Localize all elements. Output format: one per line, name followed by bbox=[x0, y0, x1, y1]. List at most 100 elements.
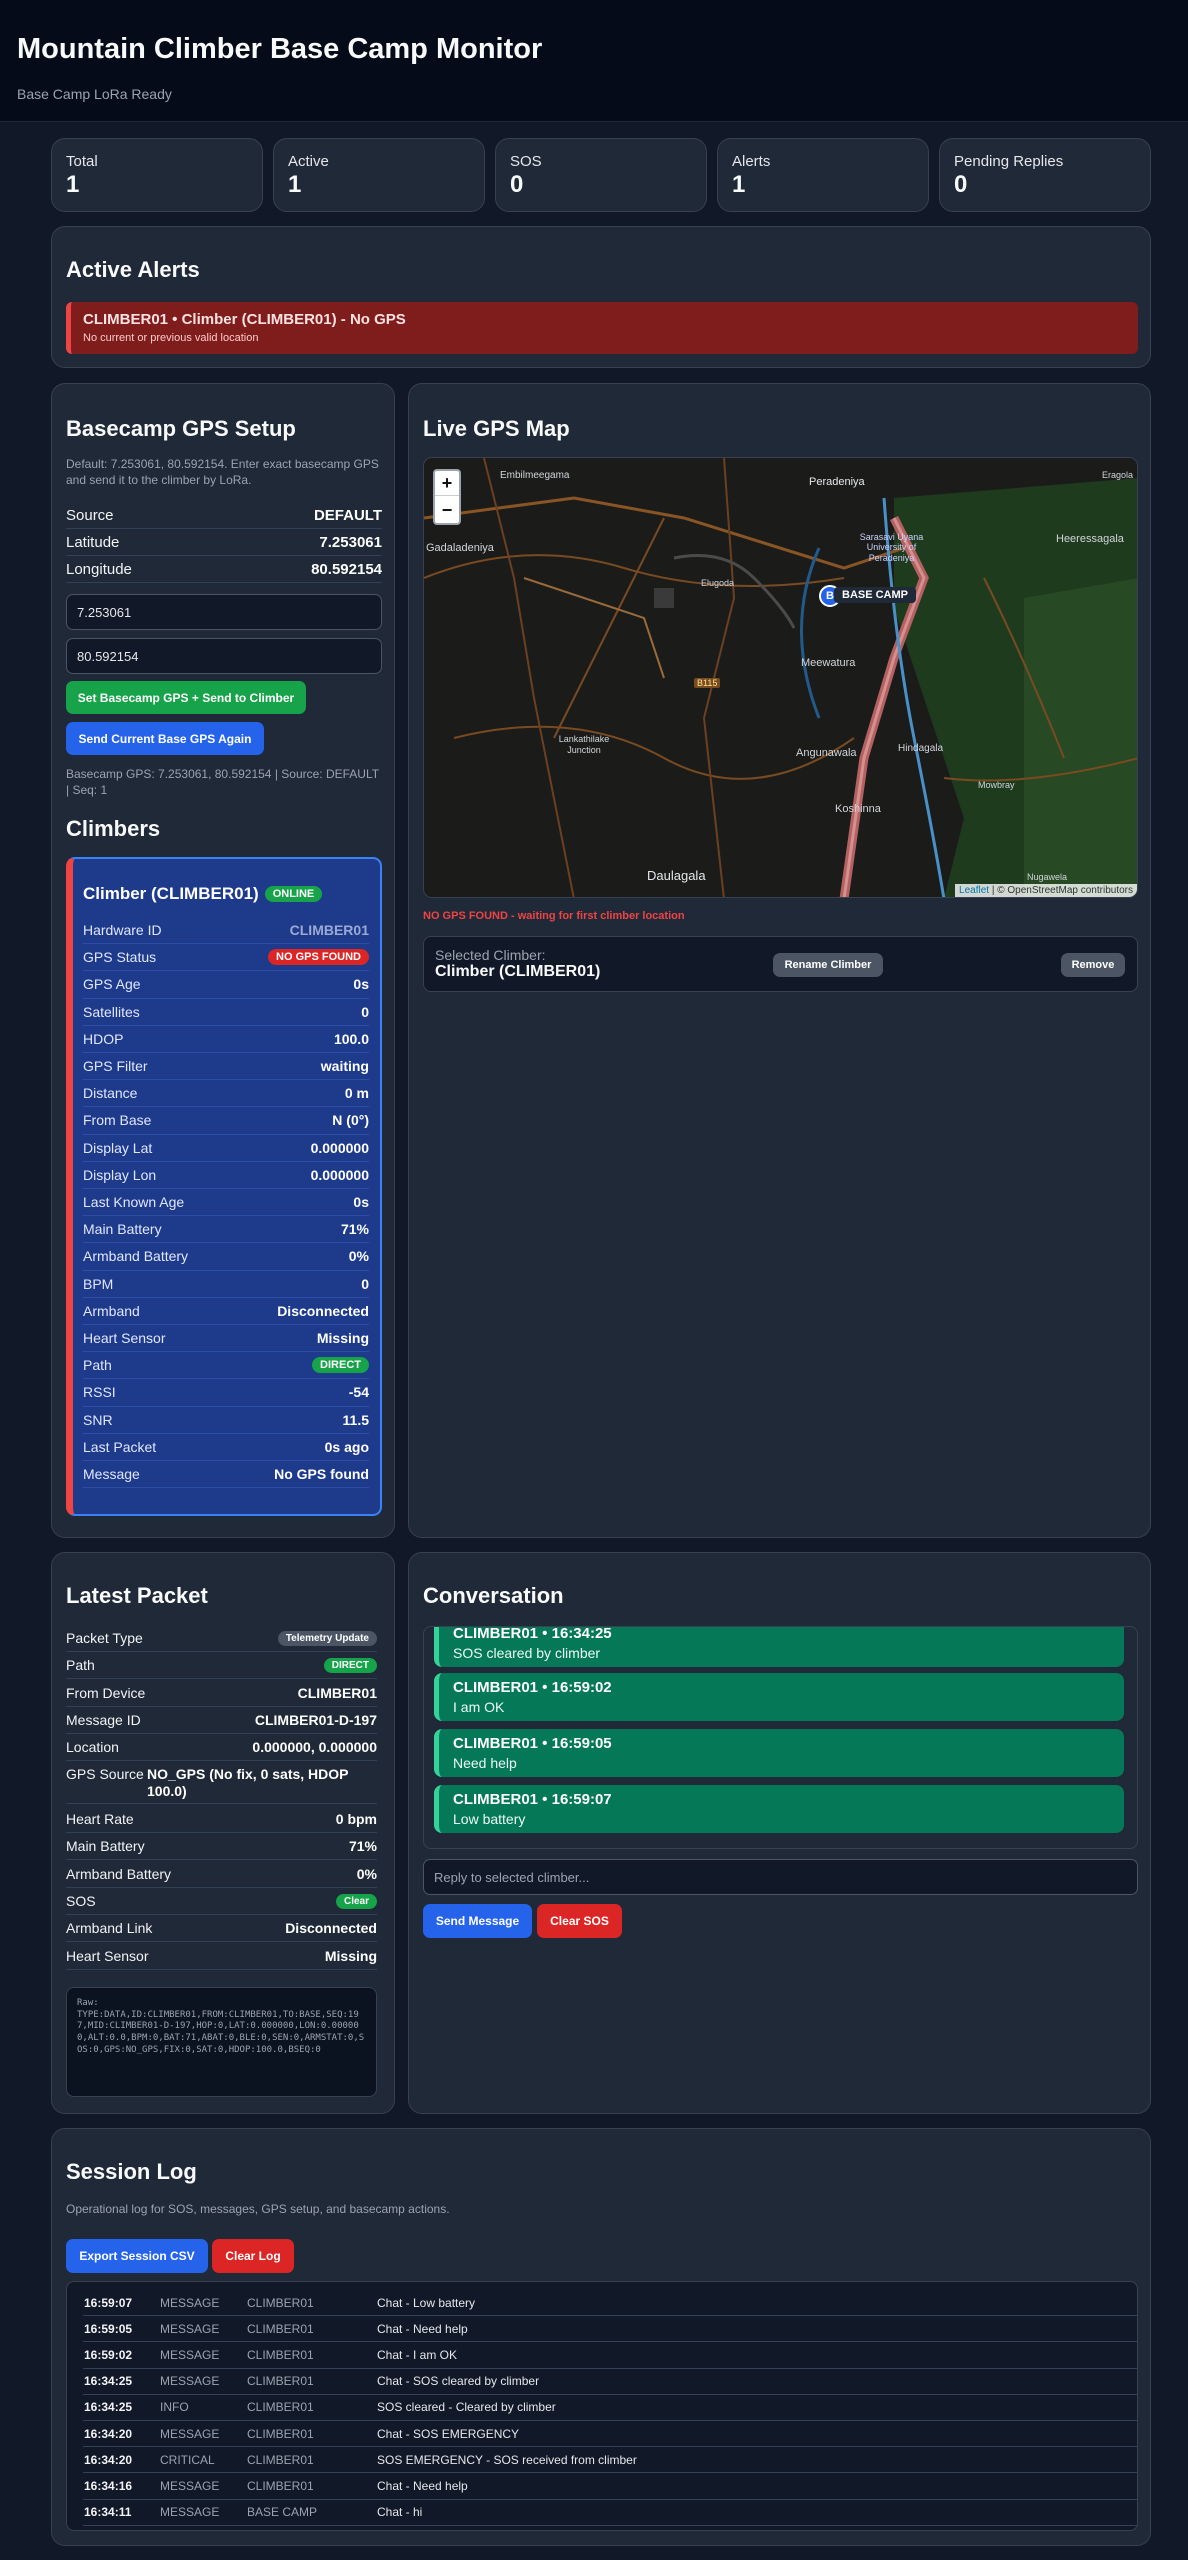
climber-detail-row: SNR 11.5 bbox=[83, 1407, 369, 1434]
map-place-label: Peradeniya bbox=[809, 476, 865, 488]
active-alerts-panel: Active Alerts CLIMBER01 • Climber (CLIMB… bbox=[51, 226, 1151, 368]
row-label: BPM bbox=[83, 1275, 114, 1292]
log-row: 16:34:11 MESSAGE BASE CAMP Chat - hi bbox=[83, 2500, 1137, 2526]
remove-climber-button[interactable]: Remove bbox=[1061, 953, 1125, 977]
rename-climber-button[interactable]: Rename Climber bbox=[773, 953, 883, 977]
log-time: 16:34:25 bbox=[84, 2400, 133, 2415]
row-value: 0 bbox=[361, 1275, 369, 1292]
log-type: MESSAGE bbox=[160, 2505, 220, 2520]
row-value: 0 bbox=[361, 1003, 369, 1020]
clear-log-button[interactable]: Clear Log bbox=[212, 2239, 294, 2273]
row-value: 71% bbox=[348, 1838, 377, 1855]
row-label: SOS bbox=[66, 1893, 96, 1910]
row-label: From Base bbox=[83, 1112, 152, 1129]
row-label: Heart Rate bbox=[66, 1811, 134, 1828]
row-value: waiting bbox=[320, 1058, 369, 1075]
row-value: Disconnected bbox=[285, 1920, 377, 1937]
export-session-csv-button[interactable]: Export Session CSV bbox=[66, 2239, 208, 2273]
stat-card-alerts: Alerts 1 bbox=[717, 138, 929, 212]
stat-value: 1 bbox=[732, 171, 746, 198]
stat-value: 1 bbox=[288, 171, 302, 198]
climber-card[interactable]: Climber (CLIMBER01) ONLINE Hardware ID CL… bbox=[66, 857, 382, 1516]
stat-card-total: Total 1 bbox=[51, 138, 263, 212]
log-row: 16:59:02 MESSAGE CLIMBER01 Chat - I am OK bbox=[83, 2342, 1137, 2369]
log-text: Chat - Need help bbox=[377, 2478, 468, 2493]
row-value: Missing bbox=[324, 1948, 377, 1965]
base-camp-label: BASE CAMP bbox=[834, 587, 917, 603]
climber-detail-row: Last Packet 0s ago bbox=[83, 1434, 369, 1461]
zoom-in-button[interactable]: + bbox=[435, 471, 459, 496]
climber-detail-row: GPS Age 0s bbox=[83, 971, 369, 999]
packet-type-badge: Telemetry Update bbox=[277, 1630, 377, 1646]
map-place-label: Angunawala bbox=[796, 747, 857, 759]
log-type: CRITICAL bbox=[160, 2452, 215, 2467]
row-label: Armband bbox=[83, 1302, 140, 1319]
row-label: Message bbox=[83, 1466, 140, 1483]
packet-detail-row: Packet Type Telemetry Update bbox=[66, 1625, 377, 1653]
log-row: 16:34:25 INFO CLIMBER01 SOS cleared - Clear… bbox=[83, 2395, 1137, 2421]
chat-message-body: Low battery bbox=[453, 1811, 526, 1827]
row-value: 100.0 bbox=[333, 1030, 369, 1047]
row-value: DEFAULT bbox=[313, 506, 382, 524]
stat-label: Alerts bbox=[732, 153, 771, 170]
map-place-label: Gadaladeniya bbox=[426, 542, 494, 554]
resend-base-gps-button[interactable]: Send Current Base GPS Again bbox=[66, 722, 264, 755]
row-label: Location bbox=[66, 1739, 119, 1756]
alert-item[interactable]: CLIMBER01 • Climber (CLIMBER01) - No GPS… bbox=[66, 302, 1138, 354]
clear-sos-button[interactable]: Clear SOS bbox=[537, 1904, 622, 1938]
map-zoom-control: + − bbox=[433, 469, 461, 525]
log-source: CLIMBER01 bbox=[247, 2347, 314, 2362]
row-value: -54 bbox=[348, 1384, 369, 1401]
map-place-label: Nugawela bbox=[1027, 872, 1068, 882]
map-place-label: Koshinna bbox=[835, 803, 881, 815]
packet-detail-row: Location 0.000000, 0.000000 bbox=[66, 1734, 377, 1762]
map-place-label: Meewatura bbox=[801, 657, 856, 669]
row-label: Main Battery bbox=[83, 1221, 162, 1238]
log-time: 16:34:11 bbox=[84, 2505, 132, 2520]
chat-message: CLIMBER01 • 16:34:25 SOS cleared by clim… bbox=[434, 1626, 1124, 1667]
climber-detail-row: Path DIRECT bbox=[83, 1352, 369, 1380]
climber-detail-row: Distance 0 m bbox=[83, 1080, 369, 1108]
latitude-input[interactable]: 7.253061 bbox=[66, 594, 382, 630]
chat-history[interactable]: CLIMBER01 • 16:34:25 SOS cleared by clim… bbox=[423, 1626, 1138, 1849]
log-text: Chat - hi bbox=[377, 2505, 423, 2520]
row-value: NO_GPS (No fix, 0 sats, HDOP 100.0) bbox=[147, 1766, 349, 1799]
leaflet-link[interactable]: Leaflet bbox=[959, 885, 989, 896]
row-label: Path bbox=[83, 1357, 112, 1374]
section-title: Live GPS Map bbox=[423, 416, 570, 441]
log-text: Chat - SOS EMERGENCY bbox=[377, 2426, 520, 2441]
packet-detail-row: Heart Sensor Missing bbox=[66, 1943, 377, 1971]
map-place-label: Heeressagala bbox=[1056, 533, 1124, 545]
reply-input[interactable]: Reply to selected climber... bbox=[423, 1859, 1138, 1895]
section-title: Active Alerts bbox=[66, 257, 200, 282]
send-message-button[interactable]: Send Message bbox=[423, 1904, 532, 1938]
row-value: 0 m bbox=[344, 1085, 369, 1102]
map-place-label: Hindagala bbox=[898, 743, 944, 754]
row-label: Armband Link bbox=[66, 1920, 153, 1937]
zoom-out-button[interactable]: − bbox=[435, 497, 459, 523]
chat-message-header: CLIMBER01 • 16:34:25 bbox=[453, 1626, 612, 1642]
longitude-input[interactable]: 80.592154 bbox=[66, 638, 382, 674]
row-value: Missing bbox=[316, 1330, 369, 1347]
row-label: RSSI bbox=[83, 1384, 116, 1401]
connection-status: Base Camp LoRa Ready bbox=[17, 86, 172, 102]
map-attribution: Leaflet | © OpenStreetMap contributors bbox=[955, 884, 1137, 897]
packet-detail-row: GPS Source NO_GPS (No fix, 0 sats, HDOP 1… bbox=[66, 1762, 377, 1804]
gps-map[interactable]: + − B BASE CAMP Embilmeegama Peradeniya … bbox=[423, 457, 1138, 898]
log-text: Chat - Need help bbox=[377, 2321, 468, 2336]
set-basecamp-gps-button[interactable]: Set Basecamp GPS + Send to Climber bbox=[66, 681, 306, 714]
climber-name: Climber (CLIMBER01) bbox=[83, 884, 259, 903]
section-title: Basecamp GPS Setup bbox=[66, 416, 296, 441]
climber-detail-row: Display Lon 0.000000 bbox=[83, 1162, 369, 1189]
row-value: 0.000000, 0.000000 bbox=[252, 1739, 377, 1756]
basecamp-gps-status: Basecamp GPS: 7.253061, 80.592154 | Sour… bbox=[66, 767, 379, 797]
row-label: Satellites bbox=[83, 1003, 140, 1020]
log-type: MESSAGE bbox=[160, 2374, 220, 2389]
climber-detail-row: Armband Battery 0% bbox=[83, 1243, 369, 1271]
row-label: Longitude bbox=[66, 560, 132, 578]
session-log-table: 16:59:07 MESSAGE CLIMBER01 Chat - Low batte… bbox=[66, 2281, 1138, 2531]
packet-detail-row: Armband Battery 0% bbox=[66, 1861, 377, 1889]
sos-badge: Clear bbox=[335, 1893, 377, 1909]
row-label: HDOP bbox=[83, 1030, 124, 1047]
chat-message-header: CLIMBER01 • 16:59:05 bbox=[453, 1735, 612, 1752]
